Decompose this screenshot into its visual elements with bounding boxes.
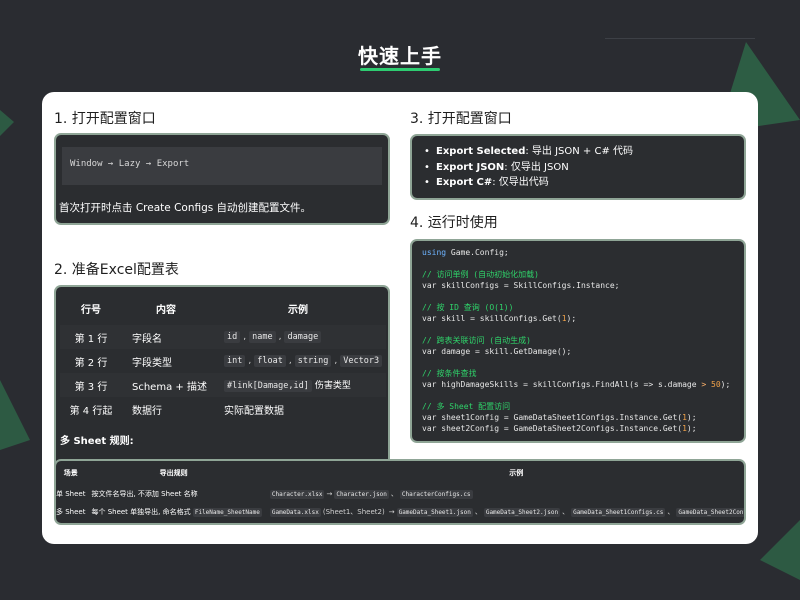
column-header: 示例 — [509, 469, 524, 477]
code-line: var sheet2Config = GameDataSheet2Configs… — [422, 424, 697, 433]
code-comment: // 多 Sheet 配置访问 — [422, 402, 511, 411]
export-options-list: Export Selected: 导出 JSON + C# 代码 Export … — [422, 144, 744, 191]
code-chip: float — [254, 355, 286, 367]
table-row: 第 2 行 字段类型 int, float, string, Vector3 — [60, 349, 386, 373]
table-row: 单 Sheet 按文件名导出, 不添加 Sheet 名称 Character.x… — [56, 490, 473, 499]
code-comment: // 按 ID 查询 (O(1)) — [422, 303, 514, 312]
code-chip: Character.json — [334, 490, 389, 499]
code-chip: int — [224, 355, 246, 367]
code-comment: // 按条件查找 — [422, 369, 477, 378]
section-3-panel: Export Selected: 导出 JSON + C# 代码 Export … — [410, 134, 746, 200]
code-chip: #link[Damage,id] — [224, 380, 312, 392]
section-1-title: 1. 打开配置窗口 — [54, 111, 156, 127]
section-1-desc: 首次打开时点击 Create Configs 自动创建配置文件。 — [59, 202, 312, 214]
column-header: 内容 — [156, 304, 176, 316]
column-header: 场景 — [63, 469, 78, 477]
list-item: Export JSON: 仅导出 JSON — [422, 160, 744, 176]
table-row: 多 Sheet 每个 Sheet 单独导出, 命名格式 FileName_She… — [56, 503, 744, 521]
decor-triangle-bottom — [760, 520, 800, 580]
decor-line — [605, 38, 755, 39]
decor-wedge-left — [0, 110, 14, 136]
code-comment: // 跨表关联访问 (自动生成) — [422, 336, 531, 345]
code-comment: // 访问单例 (自动初始化加载) — [422, 270, 539, 279]
section-2-panel: 行号 内容 示例 第 1 行 字段名 id, name, damage 第 2 行 … — [54, 285, 390, 483]
code-chip: damage — [284, 331, 322, 343]
code-chip: CharacterConfigs.cs — [399, 490, 473, 499]
column-header: 导出规则 — [159, 469, 188, 477]
code-chip: id — [224, 331, 241, 343]
title-underline — [360, 68, 440, 71]
menu-path-code: Window → Lazy → Export — [62, 147, 382, 185]
list-item: Export Selected: 导出 JSON + C# 代码 — [422, 144, 744, 160]
multi-sheet-table-panel: 场景 导出规则 示例 单 Sheet 按文件名导出, 不添加 Sheet 名称 … — [54, 459, 746, 525]
table-row: 第 4 行起 数据行 实际配置数据 — [69, 405, 284, 417]
code-line: var damage = skill.GetDamage(); — [422, 347, 572, 356]
code-chip: name — [249, 331, 276, 343]
multi-sheet-title: 多 Sheet 规则: — [60, 436, 134, 447]
code-chip: Character.xlsx — [269, 490, 325, 499]
list-item: Export C#: 仅导出代码 — [422, 175, 744, 191]
code-line: using Game.Config; — [422, 248, 509, 257]
section-3-title: 3. 打开配置窗口 — [410, 111, 512, 127]
table-header-row: 场景 导出规则 示例 — [56, 461, 744, 485]
table-row: 第 1 行 字段名 id, name, damage — [60, 325, 386, 349]
code-chip: FileName_SheetName — [192, 508, 262, 517]
code-chip: GameData_Sheet1.json — [396, 508, 473, 517]
code-chip: GameData_Sheet1Configs.cs — [571, 508, 666, 517]
code-line: var highDamageSkills = skillConfigs.Find… — [422, 380, 731, 389]
decor-triangle-left — [0, 380, 30, 450]
column-header: 示例 — [288, 304, 308, 316]
section-1-panel: Window → Lazy → Export 首次打开时点击 Create Co… — [54, 133, 390, 225]
code-chip: GameData.xlsx — [269, 508, 321, 517]
table-header-row: 行号 内容 示例 — [60, 291, 386, 325]
runtime-code-block: using Game.Config; // 访问单例 (自动初始化加载) var… — [410, 239, 746, 443]
page-title: 快速上手 — [358, 44, 442, 68]
code-line: var sheet1Config = GameDataSheet1Configs… — [422, 413, 697, 422]
section-4-title: 4. 运行时使用 — [410, 215, 498, 231]
section-2-title: 2. 准备Excel配置表 — [54, 262, 179, 278]
code-line: var skill = skillConfigs.Get(1); — [422, 314, 577, 323]
table-row: 第 3 行 Schema + 描述 #link[Damage,id] 伤害类型 — [60, 373, 386, 397]
code-line: var skillConfigs = SkillConfigs.Instance… — [422, 281, 620, 290]
code-chip: GameData_Sheet2Configs.cs — [676, 508, 744, 517]
code-chip: Vector3 — [340, 355, 383, 367]
excel-format-table: 行号 内容 示例 第 1 行 字段名 id, name, damage 第 2 行 … — [60, 291, 386, 421]
code-chip: string — [294, 355, 332, 367]
code-chip: GameData_Sheet2.json — [483, 508, 561, 517]
content-card: 1. 打开配置窗口 Window → Lazy → Export 首次打开时点击… — [42, 92, 758, 544]
multi-sheet-table: 场景 导出规则 示例 单 Sheet 按文件名导出, 不添加 Sheet 名称 … — [56, 461, 744, 521]
column-header: 行号 — [81, 304, 101, 316]
